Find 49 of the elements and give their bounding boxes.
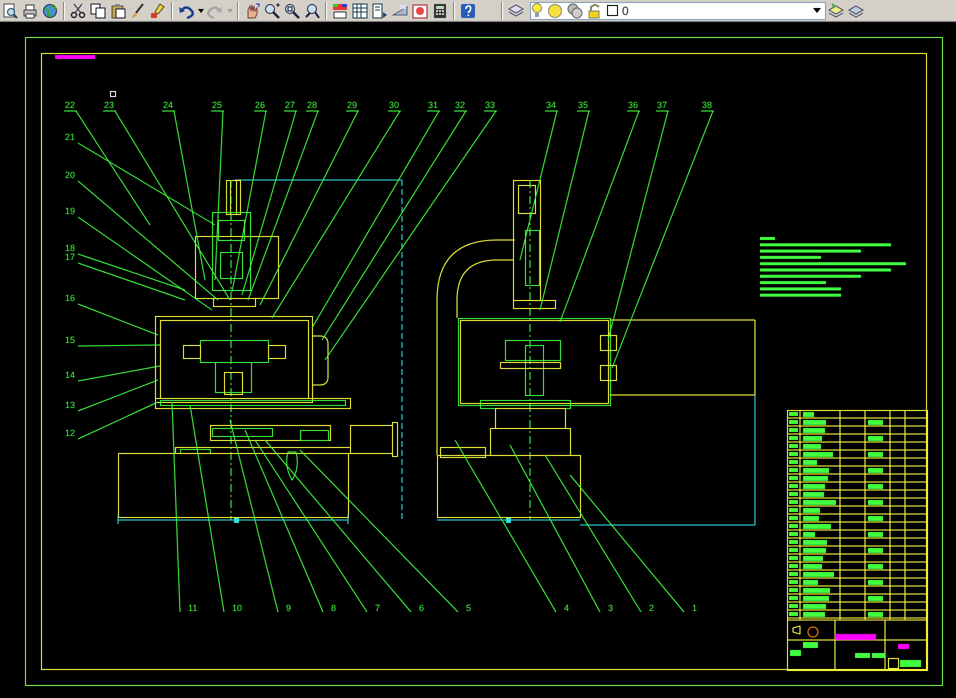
part-number-label: 35: [578, 100, 588, 110]
grid-icon[interactable]: [350, 0, 370, 20]
part-number-label: 13: [65, 400, 75, 410]
part-number-label: 36: [628, 100, 638, 110]
part-number-label: 31: [428, 100, 438, 110]
part-number-label: 18: [65, 243, 75, 253]
part-number-label: 1: [692, 603, 698, 613]
part-number-label: 15: [65, 335, 75, 345]
part-number-label: 26: [255, 100, 265, 110]
part-number-label: 9: [286, 603, 292, 613]
part-number-label: 24: [163, 100, 173, 110]
part-number-label: 14: [65, 370, 75, 380]
zoom-icon[interactable]: [262, 0, 282, 20]
part-number-label: 10: [232, 603, 242, 613]
part-number-label: 7: [375, 603, 380, 613]
part-number-label: 20: [65, 170, 75, 180]
part-number-label: 5: [466, 603, 472, 613]
part-number-label: 34: [546, 100, 556, 110]
part-number-label: 12: [65, 428, 75, 438]
part-number-label: 8: [331, 603, 336, 613]
part-number-label: 21: [65, 132, 75, 142]
part-number-label: 17: [65, 252, 75, 262]
part-number-label: 30: [389, 100, 399, 110]
part-number-label: 22: [65, 100, 75, 110]
part-number-label: 4: [564, 603, 570, 613]
part-number-label: 11: [188, 603, 198, 613]
part-number-label: 23: [104, 100, 114, 110]
part-number-label: 28: [307, 100, 317, 110]
cursor-pickbox: [110, 91, 116, 97]
part-number-label: 29: [347, 100, 357, 110]
part-number-label: 33: [485, 100, 495, 110]
color-swatch-icon: [607, 5, 618, 16]
part-number-label: 6: [419, 603, 424, 613]
caret-icon: [813, 8, 821, 13]
part-number-label: 3: [608, 603, 614, 613]
part-number-label: 32: [455, 100, 465, 110]
part-number-label: 19: [65, 206, 75, 216]
layer-previous-icon[interactable]: [826, 0, 846, 20]
viewport-icon: [567, 2, 583, 18]
part-number-label: 37: [657, 100, 667, 110]
part-number-label: 25: [212, 100, 222, 110]
part-number-label: 27: [285, 100, 295, 110]
copy-icon[interactable]: [88, 0, 108, 20]
layer-dropdown[interactable]: 0: [530, 2, 826, 20]
part-number-label: 16: [65, 293, 75, 303]
part-number-label: 2: [649, 603, 654, 613]
part-number-label: 38: [702, 100, 712, 110]
layer-name: 0: [622, 2, 629, 20]
title-marker-bar: [55, 55, 95, 59]
